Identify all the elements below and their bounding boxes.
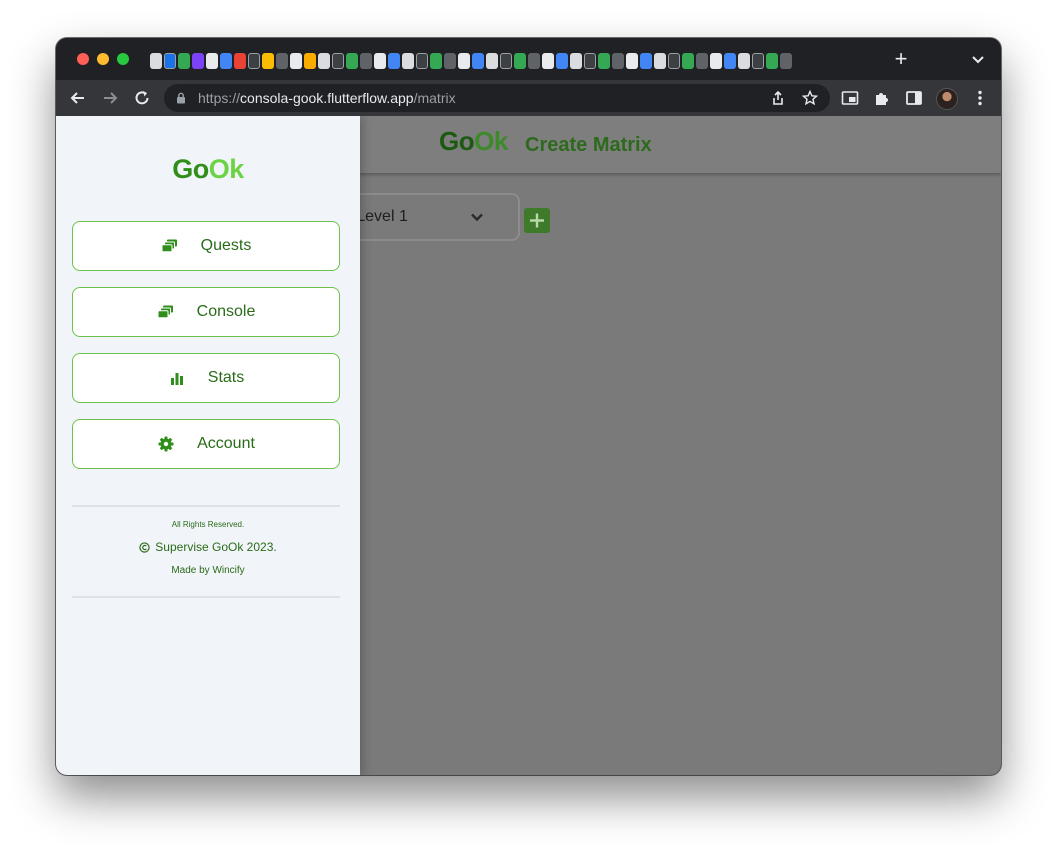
rights-text: All Rights Reserved. [171, 520, 245, 529]
tab-favicon[interactable] [738, 53, 750, 69]
tab-favicon[interactable] [654, 53, 666, 69]
tab-favicon[interactable] [164, 53, 176, 69]
tab-favicon[interactable] [528, 53, 540, 69]
drawer-divider-bottom [72, 596, 340, 598]
tab-favicon[interactable] [766, 53, 778, 69]
picture-in-picture-icon[interactable] [840, 88, 860, 108]
tab-favicon[interactable] [318, 53, 330, 69]
tab-favicon[interactable] [612, 53, 624, 69]
navigation-drawer: GoOk Quests Console Stats Account All Ri… [56, 116, 360, 775]
gear-icon [157, 435, 175, 453]
chevron-down-icon[interactable] [970, 51, 986, 67]
drawer-logo: GoOk [172, 154, 244, 184]
tab-favicon[interactable] [402, 53, 414, 69]
tab-favicon[interactable] [220, 53, 232, 69]
browser-window: + https://consola-gook.flutterflow.app/m… [56, 38, 1001, 775]
side-panel-icon[interactable] [904, 88, 924, 108]
nav-quests-label: Quests [200, 237, 252, 254]
chevron-down-icon [471, 213, 483, 222]
browser-toolbar: https://consola-gook.flutterflow.app/mat… [56, 80, 1001, 116]
copyright-line: Supervise GoOk 2023. [56, 540, 360, 554]
tab-favicon[interactable] [570, 53, 582, 69]
layers-icon [161, 237, 179, 255]
tab-favicon[interactable] [598, 53, 610, 69]
tab-favicon[interactable] [444, 53, 456, 69]
tab-favicon[interactable] [276, 53, 288, 69]
nav-console-label: Console [196, 303, 256, 320]
tab-favicon[interactable] [346, 53, 358, 69]
back-arrow-icon[interactable] [68, 88, 88, 108]
minimize-window-button[interactable] [97, 53, 109, 65]
tab-favicon[interactable] [430, 53, 442, 69]
tab-favicon[interactable] [374, 53, 386, 69]
tab-favicon[interactable] [458, 53, 470, 69]
lock-icon [177, 92, 185, 104]
tab-favicon[interactable] [150, 53, 162, 69]
maximize-window-button[interactable] [117, 53, 129, 65]
tab-favicon[interactable] [696, 53, 708, 69]
tab-favicon[interactable] [178, 53, 190, 69]
header-logo: GoOk [439, 126, 508, 156]
tab-favicon[interactable] [304, 53, 316, 69]
tab-favicon[interactable] [248, 53, 260, 69]
tab-favicon[interactable] [290, 53, 302, 69]
tab-favicon[interactable] [472, 53, 484, 69]
nav-console-button[interactable]: Console [72, 287, 340, 337]
tab-favicon[interactable] [682, 53, 694, 69]
tab-favicon[interactable] [388, 53, 400, 69]
add-level-button[interactable] [524, 208, 550, 233]
tab-favicon[interactable] [262, 53, 274, 69]
plus-icon [530, 213, 544, 228]
tab-strip: + [56, 38, 1001, 80]
new-tab-button[interactable]: + [892, 48, 910, 70]
nav-quests-button[interactable]: Quests [72, 221, 340, 271]
tab-favicon[interactable] [514, 53, 526, 69]
address-bar[interactable]: https://consola-gook.flutterflow.app/mat… [164, 84, 830, 112]
copyright-icon [139, 541, 150, 553]
tab-favicon[interactable] [192, 53, 204, 69]
tab-favicon[interactable] [360, 53, 372, 69]
nav-account-button[interactable]: Account [72, 419, 340, 469]
layers-icon [157, 303, 175, 321]
tab-favicon[interactable] [556, 53, 568, 69]
bar-chart-icon [168, 369, 186, 387]
share-icon[interactable] [770, 90, 786, 106]
tab-favicon[interactable] [486, 53, 498, 69]
tab-favicon[interactable] [724, 53, 736, 69]
tab-favicon[interactable] [332, 53, 344, 69]
forward-arrow-icon[interactable] [100, 88, 120, 108]
tab-favicon[interactable] [780, 53, 792, 69]
tab-favicon[interactable] [640, 53, 652, 69]
tab-favicon[interactable] [626, 53, 638, 69]
nav-stats-label: Stats [207, 369, 245, 386]
tab-favicon[interactable] [416, 53, 428, 69]
nav-stats-button[interactable]: Stats [72, 353, 340, 403]
app-header: GoOk Create Matrix [360, 116, 1001, 173]
copyright-text: Supervise GoOk 2023. [155, 540, 277, 554]
tab-favicon[interactable] [752, 53, 764, 69]
drawer-divider-top [72, 505, 340, 507]
tab-favicon[interactable] [584, 53, 596, 69]
tab-favicon[interactable] [234, 53, 246, 69]
page-title: Create Matrix [525, 134, 652, 156]
made-by-text: Made by Wincify [171, 565, 245, 576]
tab-favicon[interactable] [206, 53, 218, 69]
tab-favicon[interactable] [500, 53, 512, 69]
reload-icon[interactable] [132, 88, 152, 108]
bookmark-star-icon[interactable] [802, 90, 818, 106]
kebab-menu-icon[interactable] [970, 88, 990, 108]
tab-favicon[interactable] [668, 53, 680, 69]
extensions-puzzle-icon[interactable] [872, 88, 892, 108]
tab-favicon[interactable] [710, 53, 722, 69]
profile-avatar[interactable] [936, 88, 958, 110]
tab-list [150, 53, 856, 71]
close-window-button[interactable] [77, 53, 89, 65]
nav-account-label: Account [197, 435, 255, 452]
page-content: GoOk Create Matrix elect Level 1 GoOk Qu… [56, 116, 1001, 775]
tab-favicon[interactable] [542, 53, 554, 69]
url-text: https://consola-gook.flutterflow.app/mat… [198, 90, 456, 106]
